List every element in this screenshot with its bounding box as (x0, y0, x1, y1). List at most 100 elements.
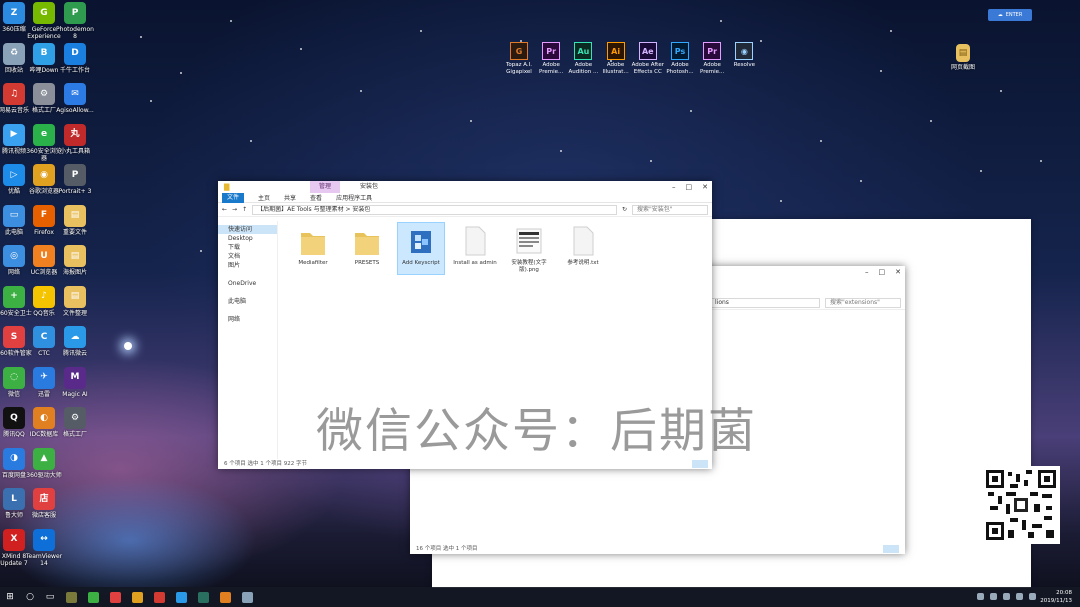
search-input[interactable]: 搜索"安装包" (632, 204, 708, 215)
start-button[interactable]: ⊞ (0, 587, 20, 607)
maximize-icon[interactable]: □ (686, 183, 693, 191)
file-item[interactable]: PRESETS (344, 223, 390, 274)
ime-icon[interactable] (1029, 593, 1036, 600)
app-icon: ▲ (33, 447, 55, 470)
desktop-icon[interactable]: P Photodemon 8 (55, 2, 95, 40)
app-icon: 丸 (64, 123, 86, 146)
taskbar-app[interactable] (214, 587, 236, 607)
back-arrow-icon[interactable]: ← (222, 206, 227, 213)
file-item[interactable]: Add Keyscript (397, 222, 445, 275)
refresh-icon[interactable]: ↻ (622, 206, 627, 213)
adobe-shortcut[interactable]: G Topaz A.I. Gigapixel (502, 42, 536, 76)
search-input[interactable]: 搜索"extensions" (825, 297, 901, 308)
taskbar-app[interactable] (192, 587, 214, 607)
file-item[interactable]: 安装教程(文字版).png (506, 223, 552, 274)
adobe-shortcut[interactable]: Ai Adobe Illustrat... (599, 42, 633, 76)
qr-code (982, 466, 1060, 544)
ribbon-tab[interactable]: 主页 (258, 193, 270, 202)
app-icon: ▶ (3, 123, 25, 146)
desktop-icon[interactable]: ▤ 重要文件 (55, 204, 95, 236)
desktop-icon-label: Magic AI (62, 390, 88, 398)
desktop-icon-label: 千牛工作台 (59, 66, 90, 74)
desktop-icon[interactable]: ⚙ 格式工厂 (55, 407, 95, 438)
taskbar-clock[interactable]: 20:08 2019/11/13 (1040, 589, 1072, 605)
minimize-icon[interactable]: – (865, 268, 869, 276)
nav-item[interactable]: 图片 (218, 261, 277, 270)
star (140, 36, 142, 38)
desktop-icon-label: 文件整理 (62, 309, 87, 317)
file-item[interactable]: Mediafilter (290, 223, 336, 274)
app-icon (219, 591, 231, 603)
nav-item[interactable]: OneDrive (218, 279, 277, 288)
adobe-shortcut[interactable]: Pr Adobe Premie... (534, 42, 568, 76)
watermark-text: 微信公众号：后期菌 (316, 404, 757, 459)
task-view-button[interactable]: ▭ (40, 587, 60, 607)
volume-icon[interactable] (1016, 593, 1023, 600)
cortana-button[interactable]: ○ (20, 587, 40, 607)
view-toggle[interactable] (692, 460, 708, 468)
address-bar[interactable]: 【后期菌】AE Tools 与整理素材 > 安装包 (252, 204, 617, 215)
app-icon: X (3, 528, 25, 551)
app-icon (408, 225, 434, 257)
close-icon[interactable]: ✕ (895, 268, 901, 276)
file-name: 参考说明.txt (567, 260, 599, 266)
nav-item[interactable]: 文档 (218, 252, 277, 261)
nav-item[interactable]: 网络 (218, 315, 277, 324)
adobe-shortcut[interactable]: Ae Adobe After Effects CC (631, 42, 665, 76)
minimize-icon[interactable]: – (672, 183, 676, 191)
forward-arrow-icon[interactable]: → (232, 206, 237, 213)
desktop-icon-label: AgisoAllow... (56, 107, 94, 114)
nav-item[interactable]: 下载 (218, 243, 277, 252)
taskbar-app[interactable] (236, 587, 258, 607)
star (470, 120, 472, 122)
ribbon-tab[interactable]: 查看 (310, 193, 322, 202)
maximize-icon[interactable]: □ (879, 268, 886, 276)
contextual-tab[interactable]: 管理 (310, 181, 341, 193)
taskbar-app[interactable] (170, 587, 192, 607)
desktop-icon-label: 腾讯微云 (62, 350, 87, 357)
taskbar-app[interactable] (148, 587, 170, 607)
adobe-shortcut[interactable]: Ps Adobe Photosh... (663, 42, 697, 76)
desktop-icon[interactable]: ▤ 文件整理 (55, 285, 95, 317)
file-item[interactable]: Install as admin (452, 223, 498, 274)
desktop-icon[interactable]: P Portrait+ 3 (55, 164, 95, 195)
app-icon: C (33, 326, 55, 348)
taskbar-app[interactable] (126, 587, 148, 607)
taskbar-app[interactable] (104, 587, 126, 607)
top-right-badge[interactable]: ☁ ENTER (988, 9, 1032, 21)
network-icon[interactable] (1003, 593, 1010, 600)
desktop-icon-screenshot[interactable]: ▤ 网页截图 (941, 44, 985, 71)
nav-item[interactable]: 快速访问 (218, 225, 277, 234)
tray-icon[interactable] (990, 593, 997, 600)
adobe-shortcut[interactable]: Pr Adobe Premie... (695, 42, 729, 76)
app-icon: ↔ (33, 528, 55, 551)
desktop-icon[interactable]: D 千牛工作台 (55, 42, 95, 74)
desktop-icon[interactable]: ✉ AgisoAllow... (55, 83, 95, 114)
clock-date: 2019/11/13 (1040, 598, 1072, 604)
desktop-icon[interactable]: ↔ TeamViewer 14 (24, 528, 64, 567)
desktop-icon[interactable]: 店微店客服 (24, 488, 64, 519)
desktop-icon[interactable]: ▤ 海报图片 (55, 245, 95, 276)
app-icon: ♪ (33, 285, 55, 308)
desktop-icon[interactable]: ☁ 腾讯微云 (55, 326, 95, 357)
close-icon[interactable]: ✕ (702, 183, 708, 191)
view-toggle[interactable] (883, 545, 899, 553)
titlebar[interactable]: ▇ 管理 安装包 – □ ✕ (218, 181, 712, 193)
adobe-shortcut[interactable]: ◉ Resolve (727, 42, 761, 69)
nav-item[interactable]: Desktop (218, 234, 277, 243)
adobe-shortcut[interactable]: Au Adobe Audition ... (566, 42, 600, 76)
up-arrow-icon[interactable]: ↑ (242, 206, 247, 213)
star (780, 200, 782, 202)
ribbon-tab[interactable]: 共享 (284, 193, 296, 202)
tray-icon[interactable] (977, 593, 984, 600)
desktop-icon[interactable]: M Magic AI (55, 366, 95, 398)
file-item[interactable]: 参考说明.txt (560, 223, 606, 274)
ribbon-tab[interactable]: 应用程序工具 (336, 193, 372, 202)
desktop-icon[interactable]: 丸小丸工具箱 (55, 123, 95, 155)
nav-item[interactable]: 此电脑 (218, 297, 277, 306)
ribbon-tab[interactable]: 文件 (222, 192, 245, 203)
taskbar-app[interactable] (60, 587, 82, 607)
taskbar-app[interactable] (82, 587, 104, 607)
clock-time: 20:08 (1056, 590, 1072, 596)
desktop-icon[interactable]: ▲ 360驱动大师 (24, 447, 64, 479)
